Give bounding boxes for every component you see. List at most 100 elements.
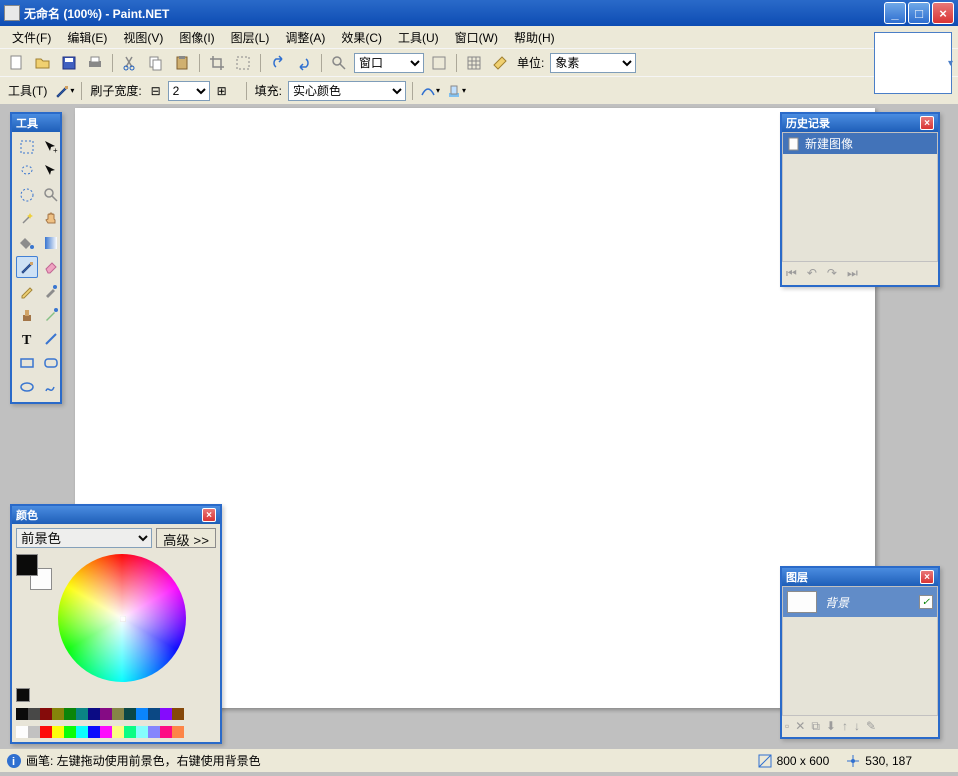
- new-button[interactable]: [6, 52, 28, 74]
- palette-swatch[interactable]: [40, 726, 52, 738]
- layer-duplicate-button[interactable]: ⧉: [811, 719, 820, 734]
- palette-swatch[interactable]: [28, 708, 40, 720]
- palette-swatch[interactable]: [16, 726, 28, 738]
- tool-brush[interactable]: [16, 256, 38, 278]
- fg-color-swatch[interactable]: [16, 554, 38, 576]
- layer-down-button[interactable]: ↓: [854, 719, 860, 734]
- history-forward-button[interactable]: ⏭: [847, 266, 858, 281]
- units-select[interactable]: 象素: [550, 53, 636, 73]
- redo-button[interactable]: [293, 52, 315, 74]
- palette-swatch[interactable]: [76, 726, 88, 738]
- save-button[interactable]: [58, 52, 80, 74]
- menu-window[interactable]: 窗口(W): [447, 27, 506, 48]
- brush-decrease-button[interactable]: ⊟: [148, 80, 164, 102]
- palette-swatch[interactable]: [88, 708, 100, 720]
- menu-view[interactable]: 视图(V): [115, 27, 171, 48]
- add-swatch-button[interactable]: [16, 688, 30, 702]
- history-close-button[interactable]: ×: [920, 116, 934, 130]
- undo-button[interactable]: [267, 52, 289, 74]
- menu-help[interactable]: 帮助(H): [506, 27, 563, 48]
- color-wheel-picker[interactable]: [120, 616, 126, 622]
- palette-swatch[interactable]: [100, 726, 112, 738]
- tools-panel-title[interactable]: 工具: [12, 114, 60, 132]
- menu-edit[interactable]: 编辑(E): [59, 27, 115, 48]
- palette-swatch[interactable]: [148, 726, 160, 738]
- fg-bg-swatches[interactable]: [16, 554, 52, 590]
- grid-button[interactable]: [463, 52, 485, 74]
- menu-adjust[interactable]: 调整(A): [277, 27, 333, 48]
- palette-swatch[interactable]: [28, 726, 40, 738]
- fill-select[interactable]: 实心颜色: [288, 81, 406, 101]
- colors-advanced-button[interactable]: 高级 >>: [156, 528, 216, 548]
- tool-rounded-rect[interactable]: [40, 352, 62, 374]
- tool-line[interactable]: [40, 328, 62, 350]
- palette-swatch[interactable]: [124, 726, 136, 738]
- layer-delete-button[interactable]: ✕: [795, 719, 805, 734]
- menu-image[interactable]: 图像(I): [171, 27, 222, 48]
- brush-width-input[interactable]: 2: [168, 81, 210, 101]
- colors-panel-title[interactable]: 颜色 ×: [12, 506, 220, 524]
- zoom-select[interactable]: 窗口: [354, 53, 424, 73]
- tool-rect-select[interactable]: [16, 136, 38, 158]
- palette-swatch[interactable]: [112, 708, 124, 720]
- cut-button[interactable]: [119, 52, 141, 74]
- layer-up-button[interactable]: ↑: [842, 719, 848, 734]
- tool-text[interactable]: T: [16, 328, 38, 350]
- current-tool-icon[interactable]: ▾: [53, 80, 75, 102]
- history-panel-title[interactable]: 历史记录 ×: [782, 114, 938, 132]
- tool-ellipse[interactable]: [16, 376, 38, 398]
- tool-rectangle[interactable]: [16, 352, 38, 374]
- layer-properties-button[interactable]: ✎: [866, 719, 876, 734]
- tool-eraser[interactable]: [40, 256, 62, 278]
- history-rewind-button[interactable]: ⏮: [786, 266, 797, 281]
- tool-zoom[interactable]: [40, 184, 62, 206]
- tool-pencil[interactable]: [16, 280, 38, 302]
- palette-swatch[interactable]: [52, 726, 64, 738]
- brush-increase-button[interactable]: ⊞: [214, 80, 230, 102]
- zoom-icon[interactable]: [328, 52, 350, 74]
- history-redo-button[interactable]: ↷: [827, 266, 837, 281]
- layer-add-button[interactable]: ▫: [785, 719, 789, 734]
- palette-swatch[interactable]: [64, 708, 76, 720]
- menu-layers[interactable]: 图层(L): [223, 27, 278, 48]
- palette-swatch[interactable]: [64, 726, 76, 738]
- palette-swatch[interactable]: [136, 726, 148, 738]
- paste-button[interactable]: [171, 52, 193, 74]
- colors-close-button[interactable]: ×: [202, 508, 216, 522]
- palette-swatch[interactable]: [112, 726, 124, 738]
- tool-freeform[interactable]: [40, 376, 62, 398]
- thumbnail-menu-icon[interactable]: ▾: [948, 58, 958, 69]
- zoom-actual-button[interactable]: [428, 52, 450, 74]
- palette-swatch[interactable]: [148, 708, 160, 720]
- layer-visibility-checkbox[interactable]: ✓: [919, 595, 933, 609]
- minimize-button[interactable]: _: [884, 2, 906, 24]
- ruler-button[interactable]: [489, 52, 511, 74]
- palette-swatch[interactable]: [40, 708, 52, 720]
- palette-swatch[interactable]: [52, 708, 64, 720]
- tool-clone[interactable]: [16, 304, 38, 326]
- palette-swatch[interactable]: [172, 726, 184, 738]
- print-button[interactable]: [84, 52, 106, 74]
- layer-merge-button[interactable]: ⬇: [826, 719, 836, 734]
- layers-close-button[interactable]: ×: [920, 570, 934, 584]
- palette-swatch[interactable]: [160, 708, 172, 720]
- open-button[interactable]: [32, 52, 54, 74]
- menu-file[interactable]: 文件(F): [4, 27, 59, 48]
- tool-recolor[interactable]: [40, 304, 62, 326]
- antialias-button[interactable]: ▾: [419, 80, 441, 102]
- history-undo-button[interactable]: ↶: [807, 266, 817, 281]
- palette-swatch[interactable]: [124, 708, 136, 720]
- palette-swatch[interactable]: [76, 708, 88, 720]
- image-thumbnail[interactable]: [874, 32, 952, 94]
- palette-swatch[interactable]: [172, 708, 184, 720]
- tool-move-selection[interactable]: +: [40, 136, 62, 158]
- copy-button[interactable]: [145, 52, 167, 74]
- tool-lasso[interactable]: [16, 160, 38, 182]
- tool-color-picker[interactable]: [40, 280, 62, 302]
- maximize-button[interactable]: □: [908, 2, 930, 24]
- palette-swatch[interactable]: [136, 708, 148, 720]
- palette-swatch[interactable]: [88, 726, 100, 738]
- layers-panel-title[interactable]: 图层 ×: [782, 568, 938, 586]
- tool-ellipse-select[interactable]: [16, 184, 38, 206]
- menu-effects[interactable]: 效果(C): [333, 27, 390, 48]
